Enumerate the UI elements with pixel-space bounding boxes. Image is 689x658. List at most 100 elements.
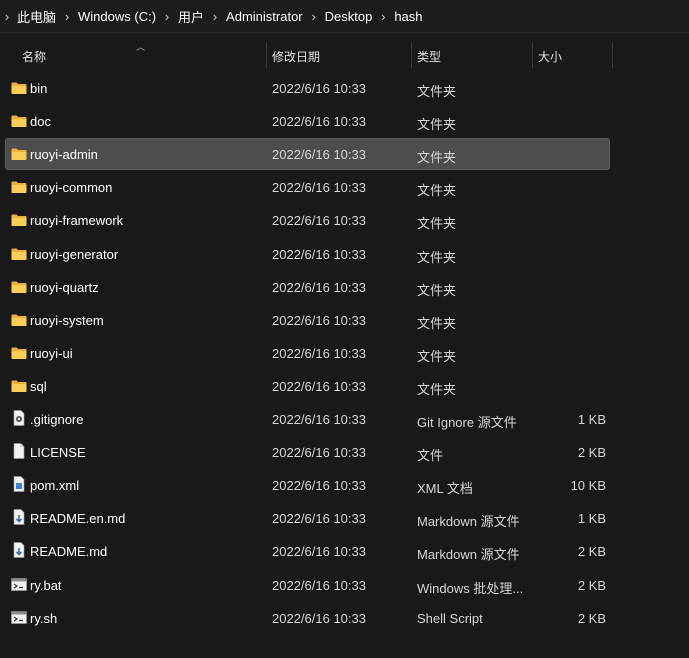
file-row[interactable]: LICENSE 2022/6/16 10:33 文件 2 KB	[6, 437, 609, 467]
file-type: Markdown 源文件	[417, 514, 520, 530]
file-name: ry.bat	[30, 577, 62, 593]
modified-date: 2022/6/16 10:33	[272, 81, 366, 96]
file-size: 2 KB	[577, 445, 606, 461]
modified-date: 2022/6/16 10:33	[272, 610, 366, 626]
folder-row[interactable]: ruoyi-common 2022/6/16 10:33 文件夹	[6, 172, 609, 202]
file-type: 文件夹	[417, 150, 457, 166]
file-type: 文件夹	[417, 183, 457, 199]
folder-icon	[11, 313, 27, 327]
modified-date: 2022/6/16 10:33	[272, 180, 366, 196]
breadcrumb-divider	[0, 32, 689, 33]
file-name: ruoyi-system	[30, 312, 104, 328]
file-type: 文件夹	[417, 216, 457, 232]
file-size: 2 KB	[577, 577, 606, 593]
file-type: 文件夹	[417, 249, 457, 265]
folder-row[interactable]: ruoyi-system 2022/6/16 10:33 文件夹	[6, 305, 609, 335]
column-divider[interactable]	[266, 42, 267, 68]
file-name: ruoyi-framework	[30, 213, 124, 229]
script-file-icon	[11, 576, 27, 591]
file-size: 1 KB	[577, 511, 606, 527]
file-type: 文件夹	[417, 84, 457, 99]
folder-row[interactable]: ruoyi-quartz 2022/6/16 10:33 文件夹	[6, 272, 609, 302]
column-divider[interactable]	[612, 42, 613, 68]
breadcrumb-item-desktop[interactable]: Desktop	[322, 9, 376, 24]
file-size: 1 KB	[577, 412, 606, 427]
chevron-right-icon[interactable]: ›	[207, 10, 223, 23]
folder-icon	[11, 379, 27, 393]
file-row[interactable]: README.en.md 2022/6/16 10:33 Markdown 源文件 1…	[6, 503, 609, 533]
file-name: ruoyi-generator	[30, 246, 119, 262]
file-type: Git Ignore 源文件	[417, 415, 517, 430]
column-divider[interactable]	[532, 42, 533, 68]
file-row[interactable]: README.md 2022/6/16 10:33 Markdown 源文件 2 KB	[6, 536, 609, 566]
file-name: ruoyi-common	[30, 180, 113, 196]
chevron-right-icon[interactable]: ›	[306, 10, 322, 23]
breadcrumb-item-drive[interactable]: Windows (C:)	[75, 9, 159, 24]
file-type: 文件夹	[417, 282, 457, 298]
folder-row[interactable]: ruoyi-ui 2022/6/16 10:33 文件夹	[6, 338, 609, 368]
folder-row[interactable]: bin 2022/6/16 10:33 文件夹	[6, 73, 609, 103]
modified-date: 2022/6/16 10:33	[272, 114, 366, 130]
chevron-right-icon[interactable]: ›	[159, 10, 175, 23]
folder-icon	[11, 147, 27, 161]
column-header-size[interactable]: 大小	[538, 48, 562, 65]
modified-date: 2022/6/16 10:33	[272, 147, 366, 163]
folder-icon	[11, 280, 27, 294]
column-header-name[interactable]: 名称	[22, 48, 46, 65]
modified-date: 2022/6/16 10:33	[272, 345, 366, 361]
file-type: 文件夹	[417, 315, 457, 331]
folder-icon	[11, 346, 27, 360]
column-divider[interactable]	[411, 42, 412, 68]
column-header-type[interactable]: 类型	[417, 48, 441, 65]
file-name: sql	[30, 378, 47, 394]
breadcrumb-item-users[interactable]: 用户	[175, 7, 207, 26]
chevron-right-icon[interactable]: ›	[375, 10, 391, 23]
modified-date: 2022/6/16 10:33	[272, 279, 366, 295]
modified-date: 2022/6/16 10:33	[272, 213, 366, 229]
breadcrumb-item-hash[interactable]: hash	[391, 9, 425, 24]
modified-date: 2022/6/16 10:33	[272, 412, 366, 427]
modified-date: 2022/6/16 10:33	[272, 478, 366, 494]
modified-date: 2022/6/16 10:33	[272, 312, 366, 328]
blank-file-icon	[11, 443, 27, 459]
modified-date: 2022/6/16 10:33	[272, 378, 366, 394]
chevron-right-icon[interactable]: ›	[0, 10, 14, 23]
file-name: README.en.md	[30, 511, 126, 527]
breadcrumb[interactable]: › 此电脑 › Windows (C:) › 用户 › Administrato…	[0, 0, 689, 32]
file-type: 文件夹	[417, 348, 457, 364]
folder-icon	[11, 180, 27, 194]
folder-row[interactable]: doc 2022/6/16 10:33 文件夹	[6, 106, 609, 136]
breadcrumb-item-this-pc[interactable]: 此电脑	[14, 7, 59, 26]
file-name: ruoyi-ui	[30, 345, 73, 361]
file-type: Shell Script	[417, 610, 483, 626]
file-size: 2 KB	[577, 544, 606, 560]
settings-file-icon	[11, 410, 27, 426]
modified-date: 2022/6/16 10:33	[272, 544, 366, 560]
file-name: ruoyi-admin	[30, 147, 98, 163]
folder-row[interactable]: sql 2022/6/16 10:33 文件夹	[6, 371, 609, 401]
folder-row[interactable]: ruoyi-admin 2022/6/16 10:33 文件夹	[5, 138, 610, 171]
sort-ascending-icon: ︿	[136, 42, 146, 52]
file-name: .gitignore	[30, 412, 84, 427]
script-file-icon	[11, 609, 27, 624]
modified-date: 2022/6/16 10:33	[272, 445, 366, 461]
file-row[interactable]: pom.xml 2022/6/16 10:33 XML 文档 10 KB	[6, 470, 609, 500]
modified-date: 2022/6/16 10:33	[272, 511, 366, 527]
file-row[interactable]: ry.bat 2022/6/16 10:33 Windows 批处理... 2 KB	[6, 570, 609, 600]
file-name: ry.sh	[30, 610, 58, 626]
file-name: ruoyi-quartz	[30, 279, 99, 295]
folder-row[interactable]: ruoyi-framework 2022/6/16 10:33 文件夹	[6, 205, 609, 235]
modified-date: 2022/6/16 10:33	[272, 246, 366, 262]
file-type: 文件夹	[417, 117, 457, 133]
file-row[interactable]: ry.sh 2022/6/16 10:33 Shell Script 2 KB	[6, 603, 609, 633]
file-row[interactable]: .gitignore 2022/6/16 10:33 Git Ignore 源文件 1…	[6, 404, 609, 434]
breadcrumb-item-administrator[interactable]: Administrator	[223, 9, 306, 24]
folder-row[interactable]: ruoyi-generator 2022/6/16 10:33 文件夹	[6, 239, 609, 269]
chevron-right-icon[interactable]: ›	[59, 10, 75, 23]
file-size: 10 KB	[570, 478, 606, 494]
file-type: 文件夹	[417, 381, 457, 397]
folder-icon	[11, 81, 27, 95]
markdown-file-icon	[11, 509, 27, 526]
column-header-date[interactable]: 修改日期	[272, 48, 320, 65]
folder-icon	[11, 114, 27, 128]
